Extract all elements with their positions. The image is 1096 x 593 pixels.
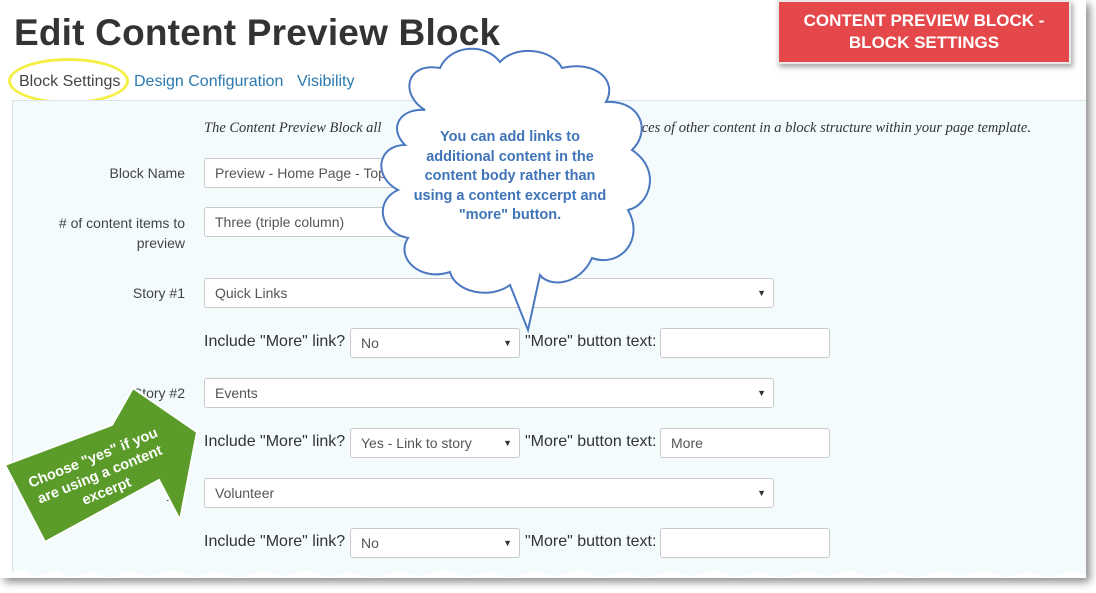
annotation-banner: CONTENT PREVIEW BLOCK - BLOCK SETTINGS xyxy=(777,0,1071,64)
story2-button-text-label: "More" button text: xyxy=(525,433,657,450)
screenshot-frame: Edit Content Preview Block CONTENT PREVI… xyxy=(0,0,1086,578)
content-items-select[interactable]: Three (triple column) xyxy=(204,207,434,237)
intro-text-start: The Content Preview Block all xyxy=(204,120,382,136)
intro-text: The Content Preview Block all pieces of … xyxy=(204,120,1031,137)
story3-more-link-value: No xyxy=(361,535,379,551)
story1-value: Quick Links xyxy=(215,285,288,301)
tab-visibility[interactable]: Visibility xyxy=(297,64,355,100)
story2-value: Events xyxy=(215,385,258,401)
story3-more-link-select[interactable]: No ▼ xyxy=(350,528,520,558)
intro-text-end: pieces of other content in a block struc… xyxy=(624,120,1031,136)
story2-select[interactable]: Events ▼ xyxy=(204,378,774,408)
story3-value: Volunteer xyxy=(215,485,275,501)
story3-button-text-input[interactable] xyxy=(660,528,830,558)
story1-select[interactable]: Quick Links ▼ xyxy=(204,278,774,308)
content-items-value: Three (triple column) xyxy=(215,214,345,230)
cloud-callout-text: You can add links to additional content … xyxy=(413,129,607,223)
content-items-label: # of content items to preview xyxy=(58,215,185,251)
story1-button-text-label: "More" button text: xyxy=(525,333,657,350)
chevron-down-icon: ▼ xyxy=(757,388,766,398)
chevron-down-icon: ▼ xyxy=(503,338,512,348)
story2-more-link-label: Include "More" link? xyxy=(204,433,346,450)
chevron-down-icon: ▼ xyxy=(503,438,512,448)
chevron-down-icon: ▼ xyxy=(757,488,766,498)
tab-design-configuration[interactable]: Design Configuration xyxy=(134,64,283,100)
block-name-input[interactable]: Preview - Home Page - Top xyxy=(204,158,434,188)
story1-more-link-select[interactable]: No ▼ xyxy=(350,328,520,358)
story1-more-link-label: Include "More" link? xyxy=(204,333,346,350)
story2-more-link-select[interactable]: Yes - Link to story ▼ xyxy=(350,428,520,458)
torn-edge xyxy=(0,570,1086,578)
story2-more-link-value: Yes - Link to story xyxy=(361,435,472,451)
story2-label: Story #2 xyxy=(132,385,185,401)
story2-button-text-input[interactable]: More xyxy=(660,428,830,458)
block-name-label: Block Name xyxy=(109,165,185,181)
story1-button-text-input[interactable] xyxy=(660,328,830,358)
story3-more-link-label: Include "More" link? xyxy=(204,533,346,550)
story3-select[interactable]: Volunteer ▼ xyxy=(204,478,774,508)
chevron-down-icon: ▼ xyxy=(503,538,512,548)
story1-more-link-value: No xyxy=(361,335,379,351)
story1-label: Story #1 xyxy=(132,285,185,301)
tab-block-settings[interactable]: Block Settings xyxy=(19,64,120,100)
chevron-down-icon: ▼ xyxy=(757,288,766,298)
story3-button-text-label: "More" button text: xyxy=(525,533,657,550)
torn-edge-shape xyxy=(0,570,1086,578)
page-title: Edit Content Preview Block xyxy=(14,12,501,53)
